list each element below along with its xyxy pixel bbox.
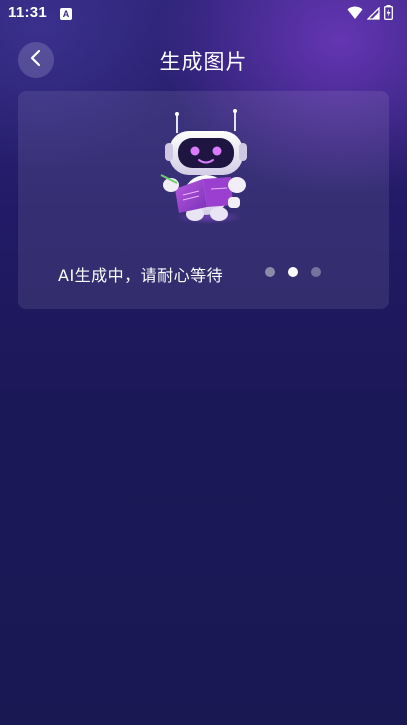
- battery-icon: [384, 5, 393, 24]
- notification-icon: A: [60, 8, 72, 20]
- wifi-icon: [347, 5, 363, 24]
- loading-dot: [311, 267, 321, 277]
- loading-dot: [265, 267, 275, 277]
- status-time: 11:31: [8, 4, 48, 21]
- page-title: 生成图片: [159, 50, 248, 74]
- generation-status-card: AI生成中，请耐心等待: [18, 91, 389, 309]
- loading-dot-active: [288, 267, 298, 277]
- status-icons: [347, 5, 393, 24]
- signal-icon: [366, 5, 380, 24]
- status-bar: 11:31 A: [0, 0, 407, 28]
- robot-illustration: [157, 109, 257, 225]
- loading-indicator: [265, 267, 321, 277]
- generating-status-text: AI生成中，请耐心等待: [58, 266, 224, 285]
